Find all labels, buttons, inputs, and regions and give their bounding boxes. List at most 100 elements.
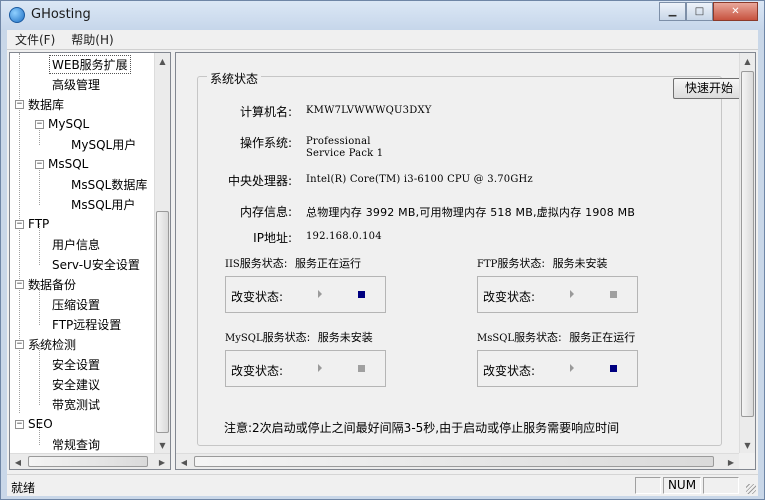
os-value-line1: Professional	[306, 136, 371, 147]
collapse-icon[interactable]: −	[15, 219, 24, 229]
memory-value: 总物理内存 3992 MB,可用物理内存 518 MB,虚拟内存 1908 MB	[306, 206, 636, 219]
scroll-thumb[interactable]	[194, 456, 714, 467]
scroll-right-icon[interactable]: ▶	[723, 454, 739, 470]
nav-tree: WEB服务扩展 高级管理 − 数据库 − MySQL MySQL用户 − MsSQL …	[9, 52, 171, 470]
tree-item-label: SEO	[28, 417, 53, 431]
tree-item-user-info[interactable]: 用户信息	[52, 234, 100, 254]
service-name: MySQL	[225, 333, 263, 344]
tree-item-advanced[interactable]: 高级管理	[52, 74, 100, 94]
start-icon[interactable]	[570, 290, 574, 298]
tree-item-label: 高级管理	[52, 77, 101, 92]
tree-item-security-advice[interactable]: 安全建议	[52, 374, 100, 394]
memory-label: 内存信息:	[239, 205, 292, 219]
stop-icon[interactable]	[610, 365, 617, 372]
collapse-icon[interactable]: −	[35, 159, 44, 169]
change-status-label: 改变状态:	[231, 364, 284, 378]
scroll-left-icon[interactable]: ◀	[10, 454, 26, 469]
tree-item-security-settings[interactable]: 安全设置	[52, 354, 100, 374]
tree-item-ftp[interactable]: − FTP	[15, 214, 49, 234]
change-status-label: 改变状态:	[231, 290, 284, 304]
tree-item-label: FTP	[28, 217, 50, 231]
mysql-control-box: 改变状态:	[225, 350, 386, 387]
tree-item-web-extension[interactable]: WEB服务扩展	[49, 54, 131, 74]
window-title: GHosting	[31, 7, 91, 22]
tree-item-label: 系统检测	[28, 337, 77, 352]
menu-help[interactable]: 帮助(H)	[63, 31, 121, 48]
scroll-right-icon[interactable]: ▶	[154, 454, 170, 469]
iis-control-box: 改变状态:	[225, 276, 386, 313]
minimize-icon[interactable]: ▁	[659, 2, 686, 21]
tree-vertical-scrollbar[interactable]: ▲ ▼	[154, 53, 170, 453]
start-icon[interactable]	[570, 364, 574, 372]
scroll-thumb[interactable]	[741, 71, 754, 417]
service-status-value: 服务未安装	[317, 331, 373, 344]
maximize-icon[interactable]: □	[686, 2, 713, 21]
service-status-value: 服务正在运行	[294, 257, 361, 270]
computer-name-label: 计算机名:	[239, 105, 292, 119]
change-status-label: 改变状态:	[483, 364, 536, 378]
tree-item-bandwidth-test[interactable]: 带宽测试	[52, 394, 100, 414]
stop-icon[interactable]	[610, 291, 617, 298]
scroll-thumb[interactable]	[156, 211, 169, 433]
scroll-up-icon[interactable]: ▲	[740, 53, 755, 69]
service-name: FTP	[477, 259, 498, 270]
start-icon[interactable]	[318, 364, 322, 372]
change-status-label: 改变状态:	[483, 290, 536, 304]
tree-item-label: 数据备份	[28, 277, 77, 292]
computer-name-value: KMW7LVWWWQU3DXY	[306, 105, 432, 116]
collapse-icon[interactable]: −	[15, 279, 24, 289]
scroll-thumb[interactable]	[28, 456, 148, 467]
tree-item-mysql-users[interactable]: MySQL用户	[71, 134, 136, 154]
scroll-up-icon[interactable]: ▲	[155, 53, 170, 69]
tree-item-mysql[interactable]: − MySQL	[35, 114, 89, 134]
stop-icon[interactable]	[358, 291, 365, 298]
tree-item-compression[interactable]: 压缩设置	[52, 294, 100, 314]
tree-item-servu-security[interactable]: Serv-U安全设置	[52, 254, 140, 274]
ftp-service-status: FTP服务状态: 服务未安装	[477, 255, 608, 271]
tree-item-mssql[interactable]: − MsSQL	[35, 154, 88, 174]
scroll-down-icon[interactable]: ▼	[155, 437, 170, 453]
title-bar[interactable]: GHosting ▁ □ ✕	[1, 1, 764, 30]
client-area: WEB服务扩展 高级管理 − 数据库 − MySQL MySQL用户 − MsSQL …	[7, 50, 758, 474]
tree-item-backup[interactable]: − 数据备份	[15, 274, 76, 294]
collapse-icon[interactable]: −	[15, 419, 24, 429]
tree-item-database[interactable]: − 数据库	[15, 94, 64, 114]
tree-item-general-query[interactable]: 常规查询	[52, 434, 100, 454]
tree-item-mssql-db[interactable]: MsSQL数据库	[71, 174, 147, 194]
tree-item-label: MySQL	[48, 117, 90, 131]
service-status-label: 服务状态:	[514, 331, 562, 344]
tree-item-label: Serv-U安全设置	[52, 257, 140, 272]
ip-label: IP地址:	[253, 231, 292, 245]
service-status-label: 服务状态:	[497, 257, 546, 270]
mssql-service-status: MsSQL服务状态: 服务正在运行	[477, 329, 635, 345]
tree-item-mssql-users[interactable]: MsSQL用户	[71, 194, 135, 214]
scroll-left-icon[interactable]: ◀	[176, 454, 192, 470]
scroll-down-icon[interactable]: ▼	[740, 437, 755, 453]
tree-item-label: 安全建议	[52, 377, 101, 392]
collapse-icon[interactable]: −	[15, 99, 24, 109]
caption-buttons: ▁ □ ✕	[659, 2, 758, 21]
tree-item-system-check[interactable]: − 系统检测	[15, 334, 76, 354]
service-status-value: 服务正在运行	[569, 331, 636, 344]
tree-horizontal-scrollbar[interactable]: ◀ ▶	[10, 453, 170, 469]
os-label: 操作系统:	[239, 136, 292, 150]
collapse-icon[interactable]: −	[15, 339, 24, 349]
tree-item-seo[interactable]: − SEO	[15, 414, 53, 434]
main-vertical-scrollbar[interactable]: ▲ ▼	[739, 53, 755, 453]
num-lock-indicator: NUM	[663, 477, 701, 494]
main-panel: 系统状态 快速开始 计算机名: KMW7LVWWWQU3DXY 操作系统: Pr…	[175, 52, 756, 470]
menu-file[interactable]: 文件(F)	[7, 31, 63, 48]
tree-item-ftp-remote[interactable]: FTP远程设置	[52, 314, 121, 334]
cpu-value: Intel(R) Core(TM) i3-6100 CPU @ 3.70GHz	[306, 174, 533, 185]
resize-grip-icon[interactable]	[746, 484, 756, 494]
stop-icon[interactable]	[358, 365, 365, 372]
restart-note: 注意:2次启动或停止之间最好间隔3-5秒,由于启动或停止服务需要响应时间	[224, 421, 620, 435]
quick-start-button[interactable]: 快速开始	[673, 78, 745, 99]
tree-item-label: 带宽测试	[52, 397, 101, 412]
main-horizontal-scrollbar[interactable]: ◀ ▶	[176, 453, 739, 469]
tree-item-label: 常规查询	[52, 437, 101, 452]
start-icon[interactable]	[318, 290, 322, 298]
collapse-icon[interactable]: −	[35, 119, 44, 129]
service-name: MsSQL	[477, 333, 515, 344]
close-icon[interactable]: ✕	[713, 2, 758, 21]
